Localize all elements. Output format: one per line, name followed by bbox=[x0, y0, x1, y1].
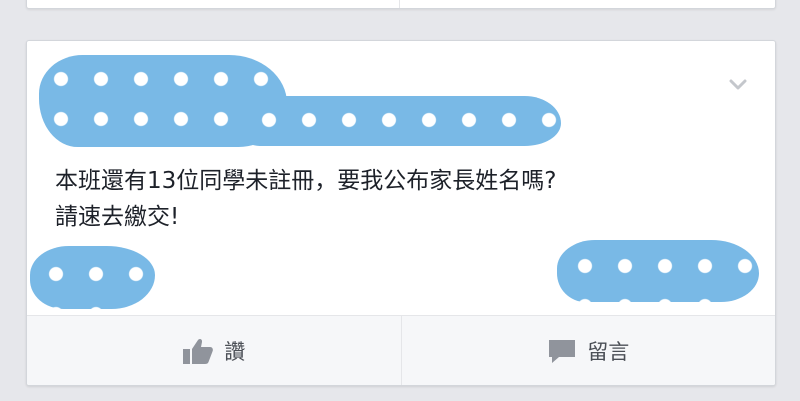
post-message: 本班還有13位同學未註冊，要我公布家長姓名嗎? 請速去繳交! bbox=[55, 163, 745, 235]
thumbs-up-icon bbox=[182, 337, 214, 365]
redacted-author-name-continued bbox=[237, 96, 561, 146]
comment-icon bbox=[547, 337, 577, 365]
redacted-comment-count bbox=[557, 240, 759, 302]
post-card: 本班還有13位同學未註冊，要我公布家長姓名嗎? 請速去繳交! 讚 留言 bbox=[26, 40, 776, 386]
previous-post-card bbox=[26, 0, 776, 9]
redacted-reaction-summary bbox=[30, 246, 155, 309]
post-action-bar: 讚 留言 bbox=[27, 315, 776, 385]
post-message-line-2: 請速去繳交! bbox=[55, 204, 180, 230]
like-label: 讚 bbox=[224, 340, 246, 364]
like-button[interactable]: 讚 bbox=[27, 316, 401, 385]
post-message-line-1: 本班還有13位同學未註冊，要我公布家長姓名嗎? bbox=[55, 168, 557, 194]
comment-button[interactable]: 留言 bbox=[400, 316, 776, 385]
comment-label: 留言 bbox=[587, 340, 630, 364]
chevron-down-icon[interactable] bbox=[729, 79, 747, 91]
action-divider bbox=[399, 0, 400, 8]
